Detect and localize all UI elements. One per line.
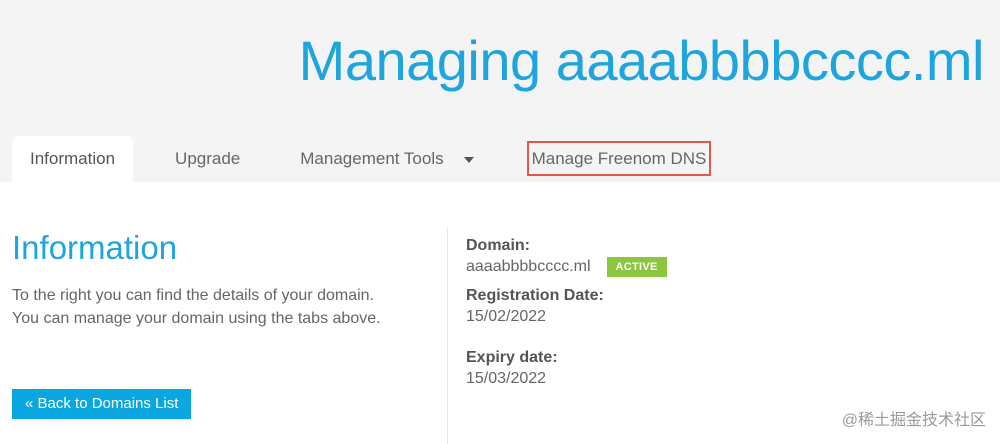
expiry-date-value: 15/03/2022 (466, 370, 547, 387)
section-heading: Information (12, 229, 178, 266)
tab-upgrade[interactable]: Upgrade (157, 136, 258, 182)
tab-manage-freenom-dns[interactable]: Manage Freenom DNS (527, 141, 711, 176)
caret-down-icon (463, 156, 474, 163)
domain-row: aaaabbbbcccc.ml ACTIVE (466, 256, 667, 278)
registration-date-label: Registration Date: (466, 287, 604, 304)
domain-details: Domain: aaaabbbbcccc.ml ACTIVE Registrat… (466, 236, 667, 390)
information-panel: Information To the right you can find th… (12, 226, 432, 330)
registration-date-value: 15/02/2022 (466, 308, 547, 325)
tab-upgrade-label: Upgrade (175, 149, 241, 168)
watermark: @稀土掘金技术社区 (841, 412, 986, 429)
page: Managing aaaabbbbcccc.ml Information Upg… (0, 0, 1000, 444)
column-divider (447, 228, 448, 444)
description-line-2: You can manage your domain using the tab… (12, 310, 381, 327)
domain-value: aaaabbbbcccc.ml (466, 258, 591, 275)
tab-management-tools-label: Management Tools (300, 149, 444, 168)
description-line-1: To the right you can find the details of… (12, 287, 374, 304)
page-title: Managing aaaabbbbcccc.ml (298, 29, 985, 92)
tab-information-label: Information (30, 149, 116, 168)
tab-bar: Information Upgrade Management Tools (12, 136, 492, 182)
section-description: To the right you can find the details of… (12, 284, 432, 330)
tab-manage-freenom-dns-label: Manage Freenom DNS (531, 148, 707, 168)
tab-management-tools[interactable]: Management Tools (282, 136, 491, 182)
back-to-domains-button[interactable]: « Back to Domains List (12, 389, 192, 419)
status-badge: ACTIVE (606, 257, 667, 277)
tab-information[interactable]: Information (12, 136, 134, 182)
domain-label: Domain: (466, 237, 530, 254)
page-header: Managing aaaabbbbcccc.ml Information Upg… (0, 0, 1000, 182)
expiry-date-label: Expiry date: (466, 349, 558, 366)
